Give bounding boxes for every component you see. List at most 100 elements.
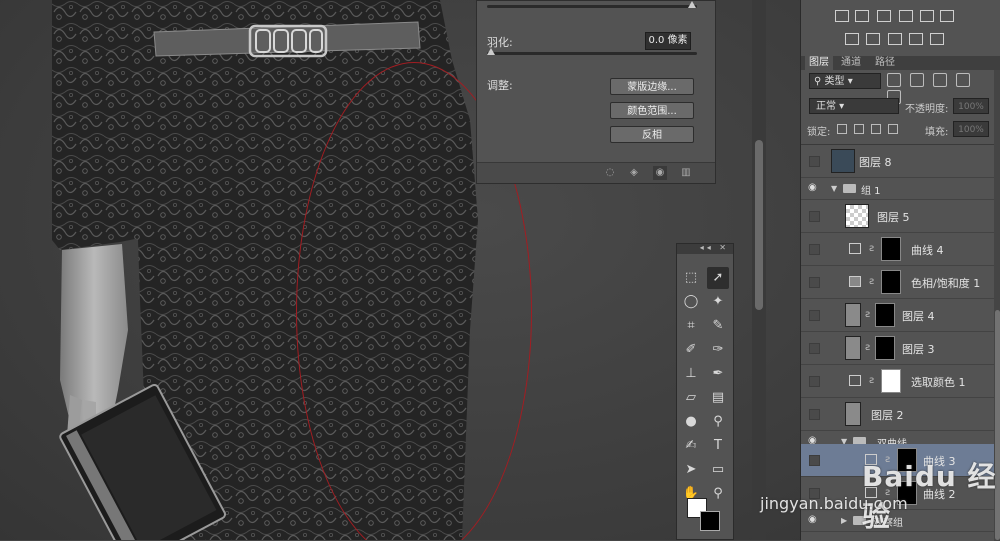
fill-field[interactable]: 100% <box>953 121 989 137</box>
eye-icon[interactable]: ◉ <box>808 182 817 193</box>
layer-mask-thumbnail[interactable] <box>875 336 895 360</box>
layer-row[interactable]: ƨ 图层 4 <box>801 299 994 332</box>
color-range-button[interactable]: 颜色范围... <box>610 102 694 119</box>
layer-name: 图层 3 <box>902 343 935 356</box>
visibility-toggle[interactable] <box>809 455 820 466</box>
panel-footer: ◌ ◈ ◉ ▥ <box>477 162 715 183</box>
brightness-icon[interactable] <box>835 10 849 22</box>
layer-row[interactable]: 图层 5 <box>801 200 994 233</box>
eyedropper-tool-icon[interactable]: ✎ <box>707 315 729 337</box>
hue-saturation-adjustment-icon <box>849 276 861 287</box>
layer-name: 曲线 4 <box>911 244 944 257</box>
type-filter-icon[interactable] <box>933 73 947 87</box>
group-row[interactable]: ◉ ▼ 组 1 <box>801 178 994 200</box>
crop-tool-icon[interactable]: ⌗ <box>680 315 702 337</box>
density-slider-thumb[interactable] <box>688 1 696 8</box>
visibility-toggle[interactable] <box>809 376 820 387</box>
visibility-toggle[interactable] <box>809 211 820 222</box>
exposure-icon[interactable] <box>899 10 913 22</box>
tab-channels[interactable]: 通道 <box>837 56 865 70</box>
canvas-scrollbar[interactable] <box>752 0 766 540</box>
layer-thumbnail <box>845 336 861 360</box>
layer-name: 图层 2 <box>871 409 904 422</box>
history-brush-tool-icon[interactable]: ✒ <box>707 363 729 385</box>
magic-wand-tool-icon[interactable]: ✦ <box>707 291 729 313</box>
pixel-filter-icon[interactable] <box>887 73 901 87</box>
layers-tabs: 图层 通道 路径 <box>801 56 1000 70</box>
layer-name: 图层 8 <box>859 156 892 169</box>
lock-transparency-icon[interactable] <box>837 124 847 134</box>
layer-row[interactable]: 图层 8 <box>801 145 994 178</box>
text-tool-icon[interactable]: T <box>707 435 729 457</box>
visibility-toggle[interactable] <box>809 156 820 167</box>
apply-mask-icon[interactable]: ◈ <box>627 166 641 180</box>
collapse-arrow-icon[interactable]: ▶ <box>841 516 847 525</box>
layer-row[interactable]: ƨ 选取颜色 1 <box>801 365 994 398</box>
invert-button[interactable]: 反相 <box>610 126 694 143</box>
curves-adjustment-icon <box>849 243 861 254</box>
filter-kind-label: 类型 <box>824 76 845 87</box>
layer-mask-thumbnail[interactable] <box>881 270 901 294</box>
folder-icon <box>843 184 856 193</box>
lock-all-icon[interactable] <box>888 124 898 134</box>
tab-layers[interactable]: 图层 <box>805 56 833 70</box>
layer-mask-thumbnail[interactable] <box>881 237 901 261</box>
gradient-tool-icon[interactable]: ▤ <box>707 387 729 409</box>
hue-saturation-icon[interactable] <box>940 10 954 22</box>
mask-edge-button[interactable]: 蒙版边缘... <box>610 78 694 95</box>
posterize-icon[interactable] <box>866 33 880 45</box>
stamp-tool-icon[interactable]: ⊥ <box>680 363 702 385</box>
shape-filter-icon[interactable] <box>956 73 970 87</box>
visibility-toggle[interactable] <box>809 343 820 354</box>
fill-label: 填充: <box>925 127 949 138</box>
tab-paths[interactable]: 路径 <box>871 56 899 70</box>
load-selection-icon[interactable]: ◌ <box>603 166 617 180</box>
pen-tool-icon[interactable]: ✍ <box>680 435 702 457</box>
density-slider[interactable] <box>487 5 697 8</box>
lock-position-icon[interactable] <box>871 124 881 134</box>
lasso-tool-icon[interactable]: ◯ <box>680 291 702 313</box>
layer-mask-thumbnail[interactable] <box>881 369 901 393</box>
layer-filter-select[interactable]: ⚲ 类型 ▾ <box>809 73 881 89</box>
invert-icon[interactable] <box>845 33 859 45</box>
path-select-tool-icon[interactable]: ➤ <box>680 459 702 481</box>
move-tool-icon[interactable]: ➚ <box>707 267 729 289</box>
dodge-tool-icon[interactable]: ⚲ <box>707 411 729 433</box>
brush-tool-icon[interactable]: ✑ <box>707 339 729 361</box>
layer-row[interactable]: ƨ 曲线 4 <box>801 233 994 266</box>
panel-collapse-icon[interactable]: ◂◂ ✕ <box>700 243 729 252</box>
levels-icon[interactable] <box>855 10 869 22</box>
layer-row[interactable]: ƨ 图层 3 <box>801 332 994 365</box>
lock-pixels-icon[interactable] <box>854 124 864 134</box>
layer-mask-thumbnail[interactable] <box>875 303 895 327</box>
toggle-visibility-icon[interactable]: ◉ <box>653 166 667 180</box>
shape-tool-icon[interactable]: ▭ <box>707 459 729 481</box>
zoom-tool-icon[interactable]: ⚲ <box>707 483 729 505</box>
visibility-toggle[interactable] <box>809 277 820 288</box>
curves-icon[interactable] <box>877 10 891 22</box>
opacity-field[interactable]: 100% <box>953 98 989 114</box>
marquee-tool-icon[interactable]: ⬚ <box>680 267 702 289</box>
blur-tool-icon[interactable]: ● <box>680 411 702 433</box>
layer-row[interactable]: ƨ 色相/饱和度 1 <box>801 266 994 299</box>
selective-color-adjustment-icon <box>849 375 861 386</box>
layer-row[interactable]: 图层 2 <box>801 398 994 431</box>
healing-brush-tool-icon[interactable]: ✐ <box>680 339 702 361</box>
threshold-icon[interactable] <box>888 33 902 45</box>
adjust-filter-icon[interactable] <box>910 73 924 87</box>
vibrance-icon[interactable] <box>920 10 934 22</box>
eye-icon[interactable]: ◉ <box>808 514 817 525</box>
gradient-map-icon[interactable] <box>930 33 944 45</box>
expand-arrow-icon[interactable]: ▼ <box>831 184 837 193</box>
visibility-toggle[interactable] <box>809 244 820 255</box>
blend-mode-select[interactable]: 正常 ▾ <box>809 98 899 114</box>
visibility-toggle[interactable] <box>809 310 820 321</box>
feather-slider[interactable] <box>487 52 697 55</box>
selective-color-icon[interactable] <box>909 33 923 45</box>
eraser-tool-icon[interactable]: ▱ <box>680 387 702 409</box>
trash-icon[interactable]: ▥ <box>679 166 693 180</box>
visibility-toggle[interactable] <box>809 409 820 420</box>
feather-value-field[interactable]: 0.0 像素 <box>645 32 691 50</box>
feather-slider-thumb[interactable] <box>487 48 495 55</box>
background-color-swatch[interactable] <box>700 511 720 531</box>
